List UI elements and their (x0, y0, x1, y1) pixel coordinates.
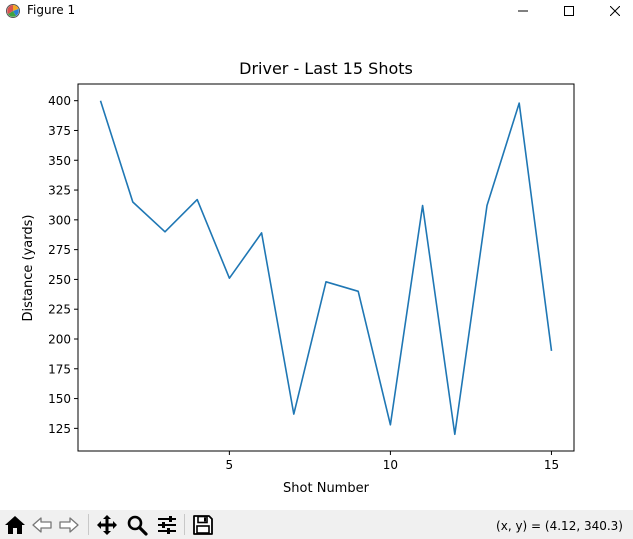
maximize-icon (564, 6, 574, 16)
forward-button[interactable] (57, 514, 81, 536)
y-tick-label: 400 (48, 94, 71, 108)
y-tick-label: 175 (48, 362, 71, 376)
forward-arrow-icon (58, 515, 80, 535)
y-tick-label: 225 (48, 303, 71, 317)
home-icon (4, 515, 26, 535)
pan-icon (96, 514, 118, 536)
back-button[interactable] (30, 514, 54, 536)
cursor-coordinates: (x, y) = (4.12, 340.3) (496, 519, 623, 533)
x-tick-label: 15 (544, 458, 559, 472)
home-button[interactable] (3, 514, 27, 536)
configure-subplots-button[interactable] (155, 514, 179, 536)
line-chart[interactable]: Driver - Last 15 Shots 5 10 15 125 150 175 20… (0, 22, 633, 510)
window-title: Figure 1 (27, 3, 76, 17)
y-tick-label: 150 (48, 392, 71, 406)
maximize-button[interactable] (546, 0, 592, 22)
y-tick-label: 300 (48, 213, 71, 227)
y-axis-label: Distance (yards) (21, 215, 36, 322)
chart-title: Driver - Last 15 Shots (239, 59, 413, 78)
minimize-icon (518, 6, 528, 16)
figure-canvas[interactable]: Driver - Last 15 Shots 5 10 15 125 150 175 20… (0, 22, 633, 510)
y-axis-ticks: 125 150 175 200 225 250 275 300 325 350 375 400 (48, 94, 78, 436)
matplotlib-icon (5, 3, 21, 19)
x-tick-label: 10 (383, 458, 398, 472)
y-tick-label: 250 (48, 273, 71, 287)
y-tick-label: 375 (48, 124, 71, 138)
figure-window: Figure 1 Driver - Last 15 Shots 5 10 15 12… (0, 0, 633, 539)
plot-area[interactable] (77, 83, 575, 452)
toolbar-separator (184, 514, 185, 535)
close-button[interactable] (592, 0, 633, 22)
toolbar-separator (88, 514, 89, 535)
save-icon (192, 514, 214, 536)
zoom-icon (126, 514, 148, 536)
y-tick-label: 350 (48, 154, 71, 168)
x-axis-ticks: 5 10 15 (226, 451, 559, 472)
title-bar[interactable]: Figure 1 (0, 0, 633, 22)
x-axis-label: Shot Number (283, 481, 370, 496)
save-button[interactable] (191, 514, 215, 536)
y-tick-label: 125 (48, 422, 71, 436)
minimize-button[interactable] (500, 0, 546, 22)
sliders-icon (156, 515, 178, 535)
y-tick-label: 275 (48, 243, 71, 257)
x-tick-label: 5 (226, 458, 234, 472)
zoom-button[interactable] (125, 514, 149, 536)
pan-button[interactable] (95, 514, 119, 536)
y-tick-label: 325 (48, 184, 71, 198)
navigation-toolbar: (x, y) = (4.12, 340.3) (0, 510, 633, 539)
y-tick-label: 200 (48, 332, 71, 346)
back-arrow-icon (31, 515, 53, 535)
close-icon (610, 6, 620, 16)
